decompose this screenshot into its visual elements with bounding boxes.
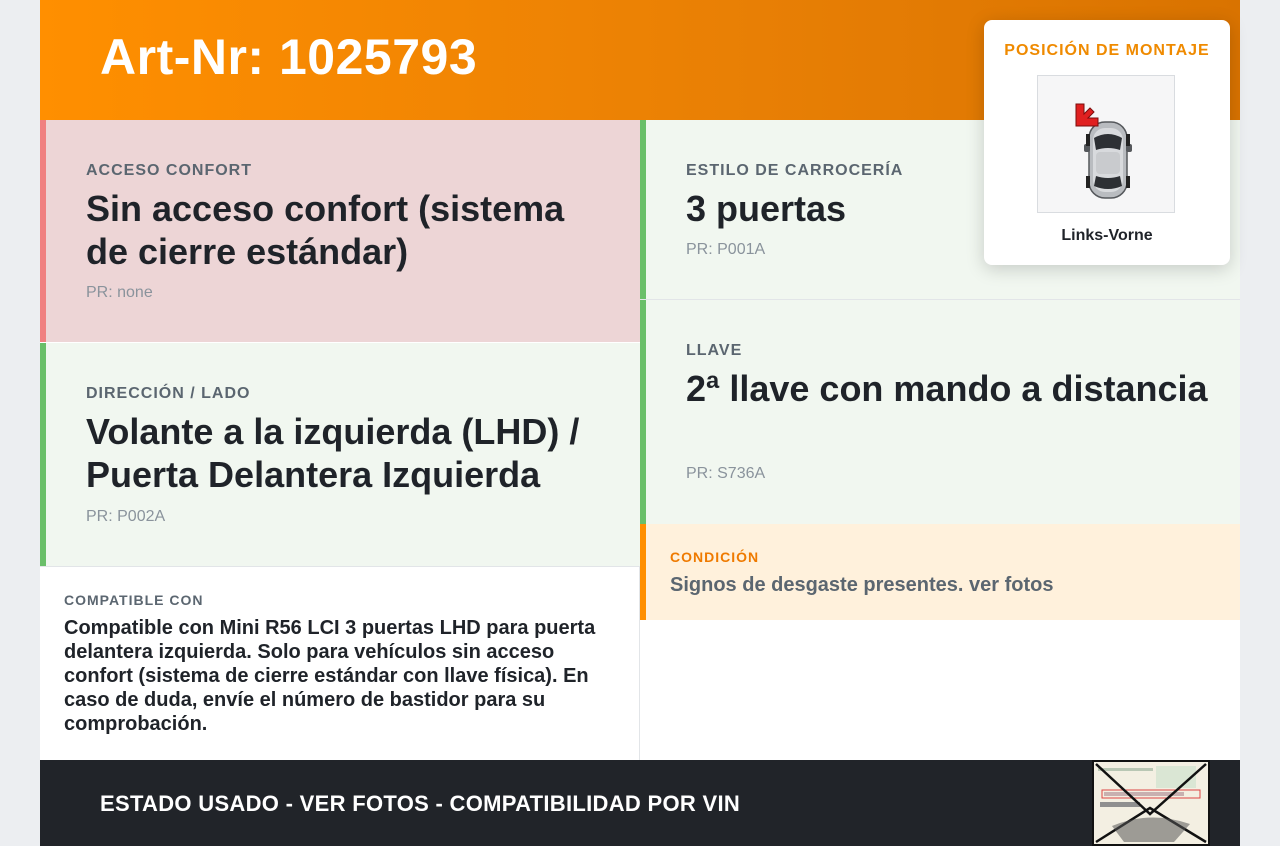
- mounting-position-panel: POSICIÓN DE MONTAJE Links-Vorne: [984, 20, 1230, 265]
- car-top-view-icon: [1075, 103, 1132, 199]
- compatible-label: COMPATIBLE CON: [64, 592, 204, 608]
- card-llave: LLAVE 2ª llave con mando a distancia PR:…: [640, 300, 1240, 524]
- condition-label: CONDICIÓN: [670, 549, 760, 565]
- card-value: Volante a la izquierda (LHD) / Puerta De…: [86, 411, 580, 495]
- condition-box: CONDICIÓN Signos de desgaste presentes. …: [640, 524, 1240, 620]
- card-value: Sin acceso confort (sistema de cierre es…: [86, 188, 565, 272]
- condition-text: Signos de desgaste presentes. ver fotos: [670, 574, 1054, 596]
- mounting-position-image[interactable]: [1037, 75, 1175, 213]
- footer-text: ESTADO USADO - VER FOTOS - COMPATIBILIDA…: [100, 791, 741, 816]
- card-label: ESTILO DE CARROCERÍA: [686, 162, 904, 179]
- card-label: LLAVE: [686, 342, 743, 359]
- card-label: ACCESO CONFORT: [86, 162, 252, 179]
- divider: [40, 566, 640, 567]
- footer: ESTADO USADO - VER FOTOS - COMPATIBILIDA…: [40, 760, 1240, 846]
- card-pr-code: PR: P001A: [686, 241, 766, 258]
- mounting-position-caption: Links-Vorne: [1061, 227, 1153, 244]
- article-number: Art-Nr: 1025793: [100, 29, 478, 85]
- mounting-position-title: POSICIÓN DE MONTAJE: [1004, 42, 1210, 59]
- document-image: [1094, 762, 1208, 844]
- card-pr-code: PR: P002A: [86, 508, 166, 525]
- card-acceso-confort: ACCESO CONFORT Sin acceso confort (siste…: [40, 120, 640, 342]
- column-divider: [639, 566, 640, 760]
- vehicle-document-thumbnail[interactable]: [1092, 760, 1210, 846]
- card-direccion-lado: DIRECCIÓN / LADO Volante a la izquierda …: [40, 343, 640, 566]
- card-pr-code: PR: S736A: [686, 465, 766, 482]
- compatible-text: Compatible con Mini R56 LCI 3 puertas LH…: [64, 617, 596, 735]
- card-value: 2ª llave con mando a distancia: [686, 368, 1208, 409]
- card-pr-code: PR: none: [86, 284, 153, 301]
- card-label: DIRECCIÓN / LADO: [86, 385, 251, 402]
